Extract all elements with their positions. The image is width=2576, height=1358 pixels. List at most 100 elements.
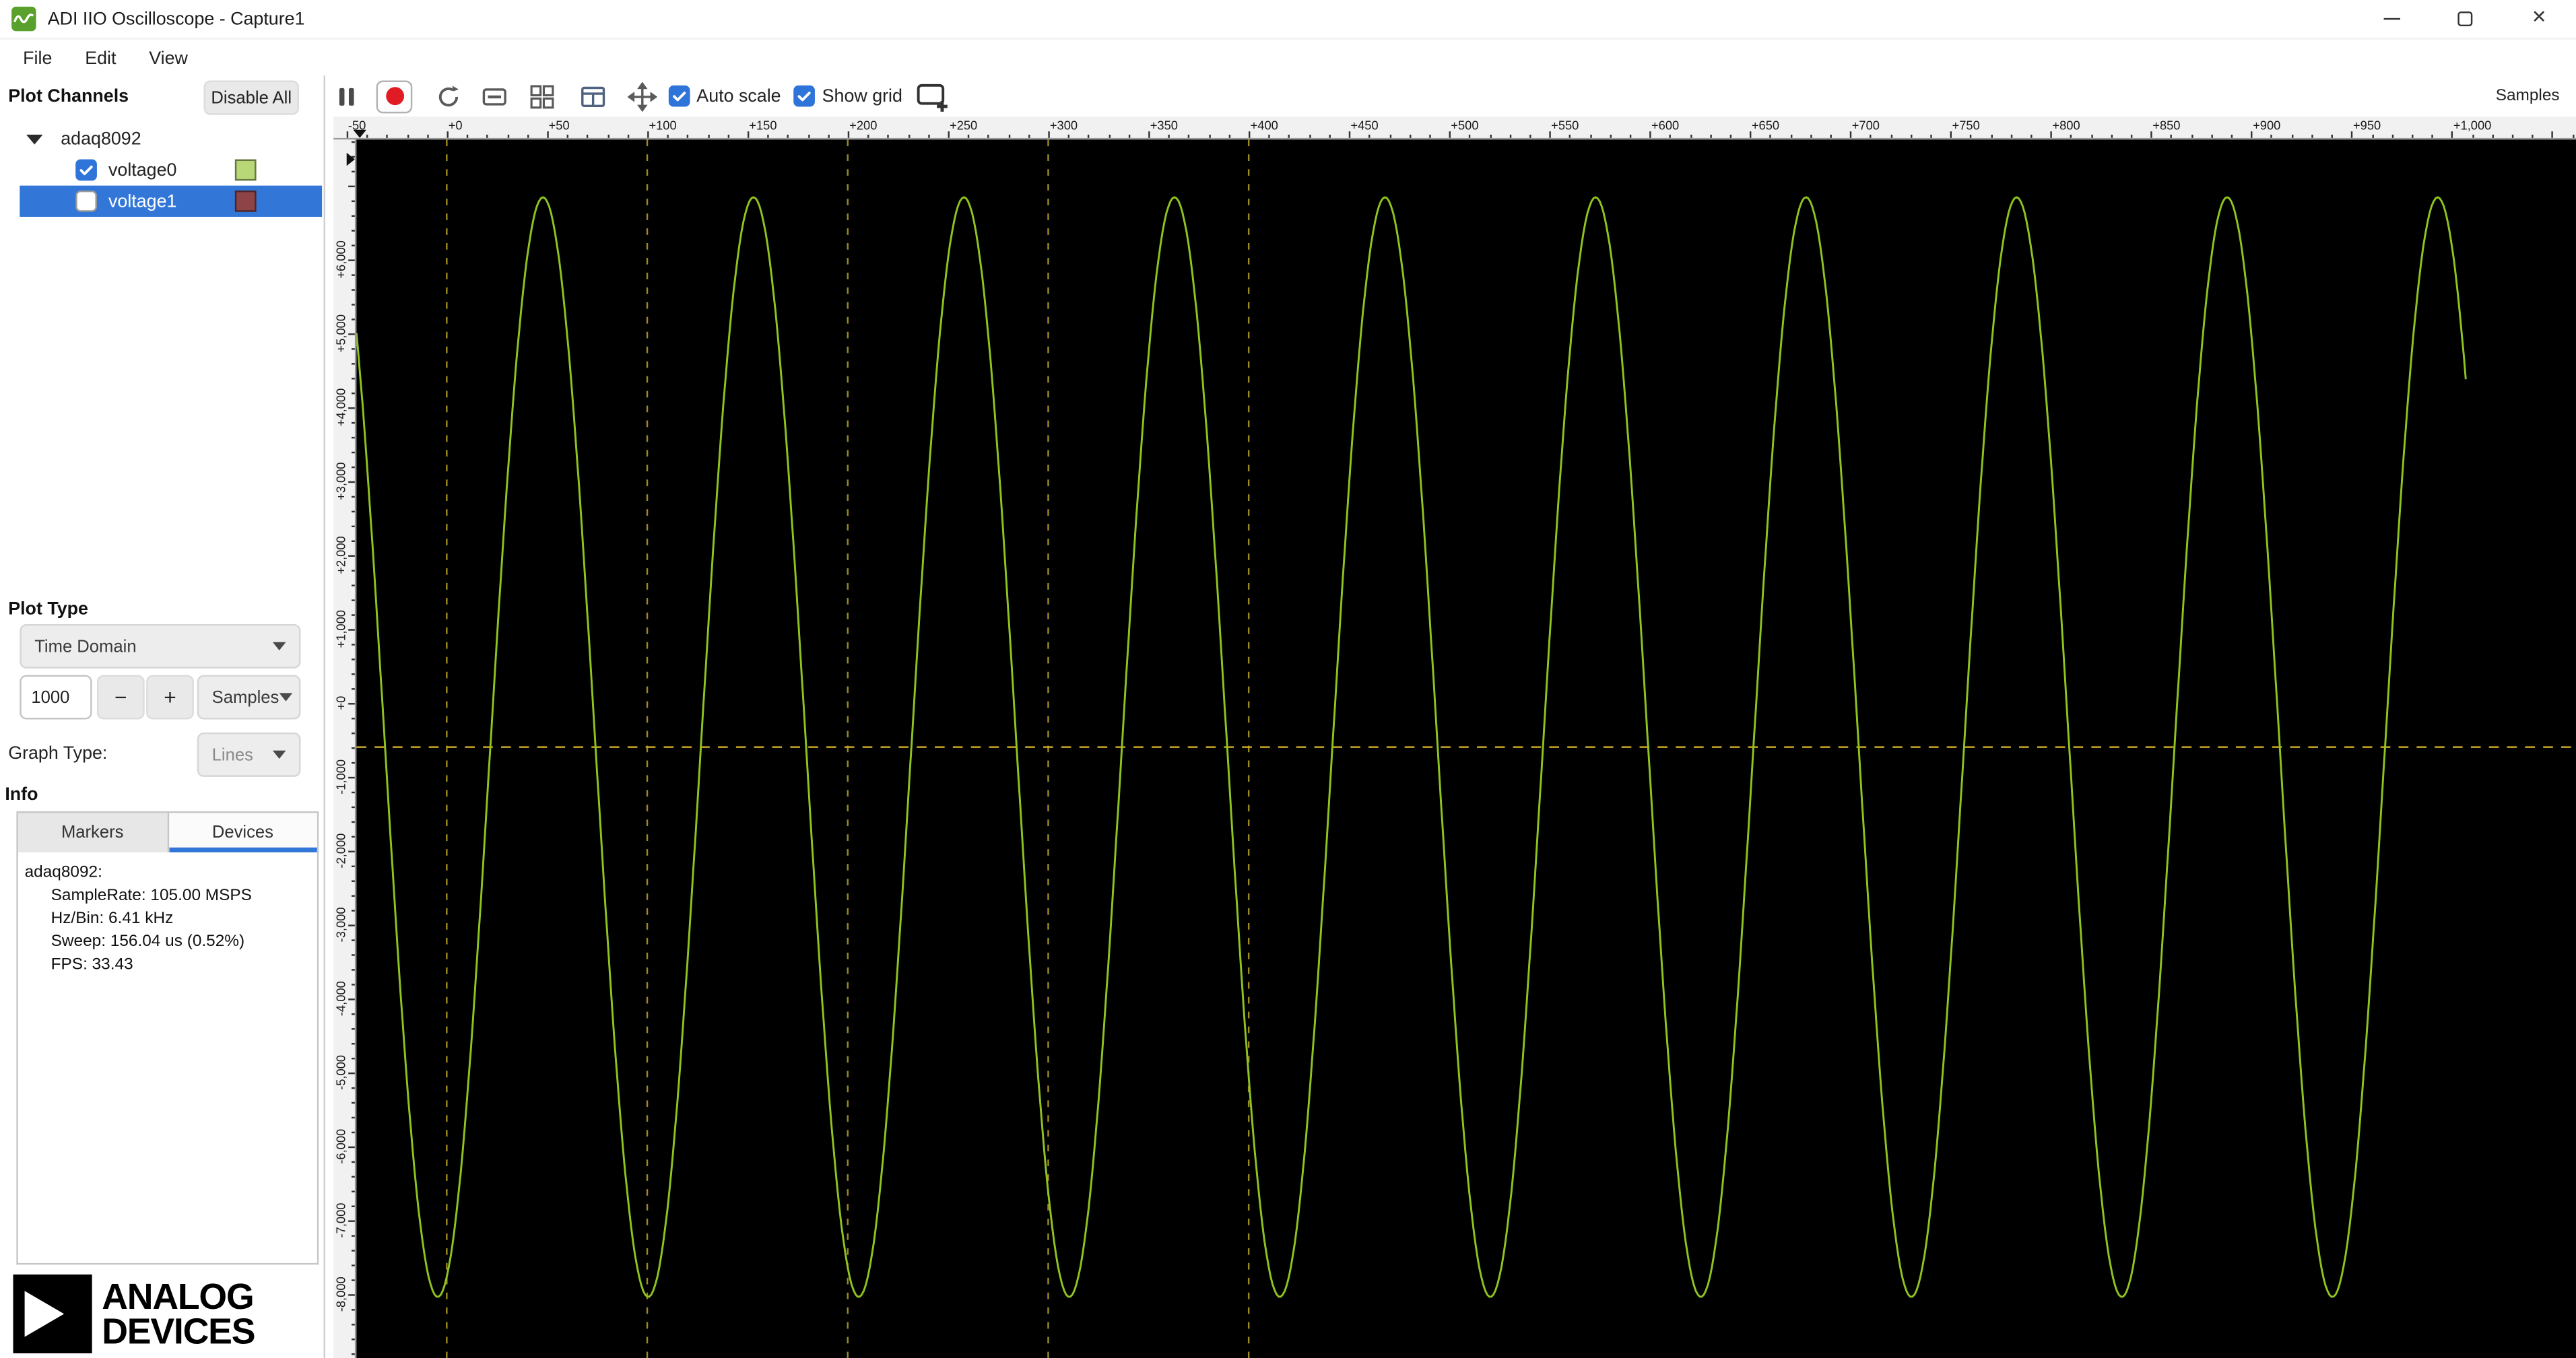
show-grid-label: Show grid <box>822 86 902 106</box>
disable-all-button[interactable]: Disable All <box>203 80 299 115</box>
ruler-tick <box>1389 135 1391 138</box>
ruler-tick <box>807 135 810 138</box>
ruler-tick <box>566 135 569 138</box>
channel-color-swatch[interactable] <box>234 159 257 181</box>
ruler-tick <box>352 953 355 956</box>
ruler-tick <box>352 1279 355 1281</box>
tab-markers[interactable]: Markers <box>18 813 169 853</box>
ruler-tick <box>352 1308 355 1311</box>
channel-color-swatch[interactable] <box>234 190 257 212</box>
ruler-tick <box>2191 135 2193 138</box>
plot-canvas[interactable] <box>356 139 2576 1358</box>
y-tick-label: -4,000 <box>333 980 349 1016</box>
ruler-tick <box>1770 135 1772 138</box>
device-row[interactable]: adaq8092 <box>20 123 322 154</box>
window-controls: ✕ <box>2354 0 2576 38</box>
info-label: Info <box>5 785 38 805</box>
menu-item-view[interactable]: View <box>133 45 204 71</box>
ruler-tick <box>352 732 355 735</box>
sample-count-input[interactable] <box>20 675 92 720</box>
x-tick-label: -50 <box>348 118 366 133</box>
ruler-tick <box>352 289 355 291</box>
decrement-button[interactable]: − <box>96 675 145 720</box>
ruler-tick <box>352 200 355 202</box>
x-tick-label: +100 <box>649 118 677 133</box>
channel-label: voltage0 <box>108 160 177 180</box>
channel-row-voltage0[interactable]: voltage0 <box>20 154 322 185</box>
ruler-tick <box>352 687 355 690</box>
menu-item-file[interactable]: File <box>7 45 69 71</box>
ruler-tick <box>426 135 428 138</box>
channel-row-voltage1[interactable]: voltage1 <box>20 185 323 217</box>
plot-type-dropdown[interactable]: Time Domain <box>20 623 301 669</box>
window-title: ADI IIO Oscilloscope - Capture1 <box>47 9 305 29</box>
maximize-button[interactable] <box>2428 0 2502 38</box>
grid-view-icon[interactable] <box>527 81 557 111</box>
increment-button[interactable]: + <box>146 675 194 720</box>
pan-icon[interactable] <box>627 81 657 111</box>
ruler-tick <box>352 895 355 897</box>
auto-scale-toggle[interactable]: Auto scale <box>668 85 781 107</box>
ruler-tick <box>2211 135 2213 138</box>
ruler-tick <box>1028 135 1030 138</box>
minimize-button[interactable] <box>2354 0 2429 38</box>
ruler-tick <box>352 1101 355 1104</box>
ruler-tick <box>352 421 355 424</box>
show-grid-checkbox[interactable] <box>794 85 816 107</box>
single-capture-icon[interactable] <box>434 81 463 111</box>
channel-checkbox-voltage0[interactable] <box>75 159 97 181</box>
ruler-tick <box>506 135 509 138</box>
logo-line1: ANALOG <box>102 1276 254 1318</box>
graph-type-label: Graph Type: <box>8 744 108 764</box>
record-button[interactable] <box>376 79 413 113</box>
capture-pause-icon[interactable] <box>333 81 360 111</box>
add-plot-icon[interactable] <box>915 79 952 112</box>
ruler-tick <box>352 170 355 172</box>
device-info-title: adaq8092: <box>24 864 102 882</box>
close-button[interactable]: ✕ <box>2502 0 2576 38</box>
show-grid-toggle[interactable]: Show grid <box>794 85 902 107</box>
y-tick-label: -8,000 <box>333 1276 349 1312</box>
ruler-tick <box>2431 135 2434 138</box>
channel-checkbox-voltage1[interactable] <box>75 190 97 212</box>
ruler-tick <box>352 1013 355 1015</box>
x-tick-label: +900 <box>2253 118 2281 133</box>
ruler-tick <box>352 658 355 660</box>
tab-devices[interactable]: Devices <box>168 813 317 853</box>
zero-line-icon[interactable] <box>480 81 509 111</box>
ruler-tick <box>2070 135 2073 138</box>
ruler-tick <box>352 939 355 941</box>
x-tick-label: +500 <box>1451 118 1479 133</box>
expander-icon[interactable] <box>26 133 43 144</box>
ruler-tick <box>627 135 629 138</box>
ruler-tick <box>2111 135 2113 138</box>
plot-window-icon[interactable] <box>579 81 608 111</box>
ruler-tick <box>1309 135 1311 138</box>
ruler-tick <box>352 836 355 838</box>
ruler-tick <box>1329 135 1331 138</box>
plot-type-label: Plot Type <box>8 599 89 619</box>
sample-unit-dropdown[interactable]: Samples <box>197 675 301 720</box>
ruler-tick <box>352 318 355 320</box>
x-tick-label: +450 <box>1350 118 1379 133</box>
y-tick-label: -1,000 <box>333 759 349 794</box>
ruler-tick <box>1529 135 1531 138</box>
ruler-tick <box>352 983 355 986</box>
device-info-line: FPS: 33.43 <box>51 955 133 974</box>
ruler-tick <box>1890 135 1892 138</box>
ruler-tick <box>352 1235 355 1237</box>
ruler-tick <box>352 156 355 158</box>
x-tick-label: +800 <box>2052 118 2080 133</box>
x-tick-label: +1,000 <box>2453 118 2492 133</box>
ruler-tick <box>2491 135 2494 138</box>
ruler-tick <box>352 1042 355 1045</box>
ruler-tick <box>988 135 990 138</box>
y-tick-label: +4,000 <box>333 388 349 426</box>
graph-type-dropdown[interactable]: Lines <box>197 732 301 777</box>
auto-scale-checkbox[interactable] <box>668 85 690 107</box>
ruler-tick <box>352 761 355 763</box>
minimize-icon <box>2383 18 2400 20</box>
ruler-tick <box>2030 135 2033 138</box>
menu-item-edit[interactable]: Edit <box>69 45 133 71</box>
ruler-tick <box>1810 135 1812 138</box>
